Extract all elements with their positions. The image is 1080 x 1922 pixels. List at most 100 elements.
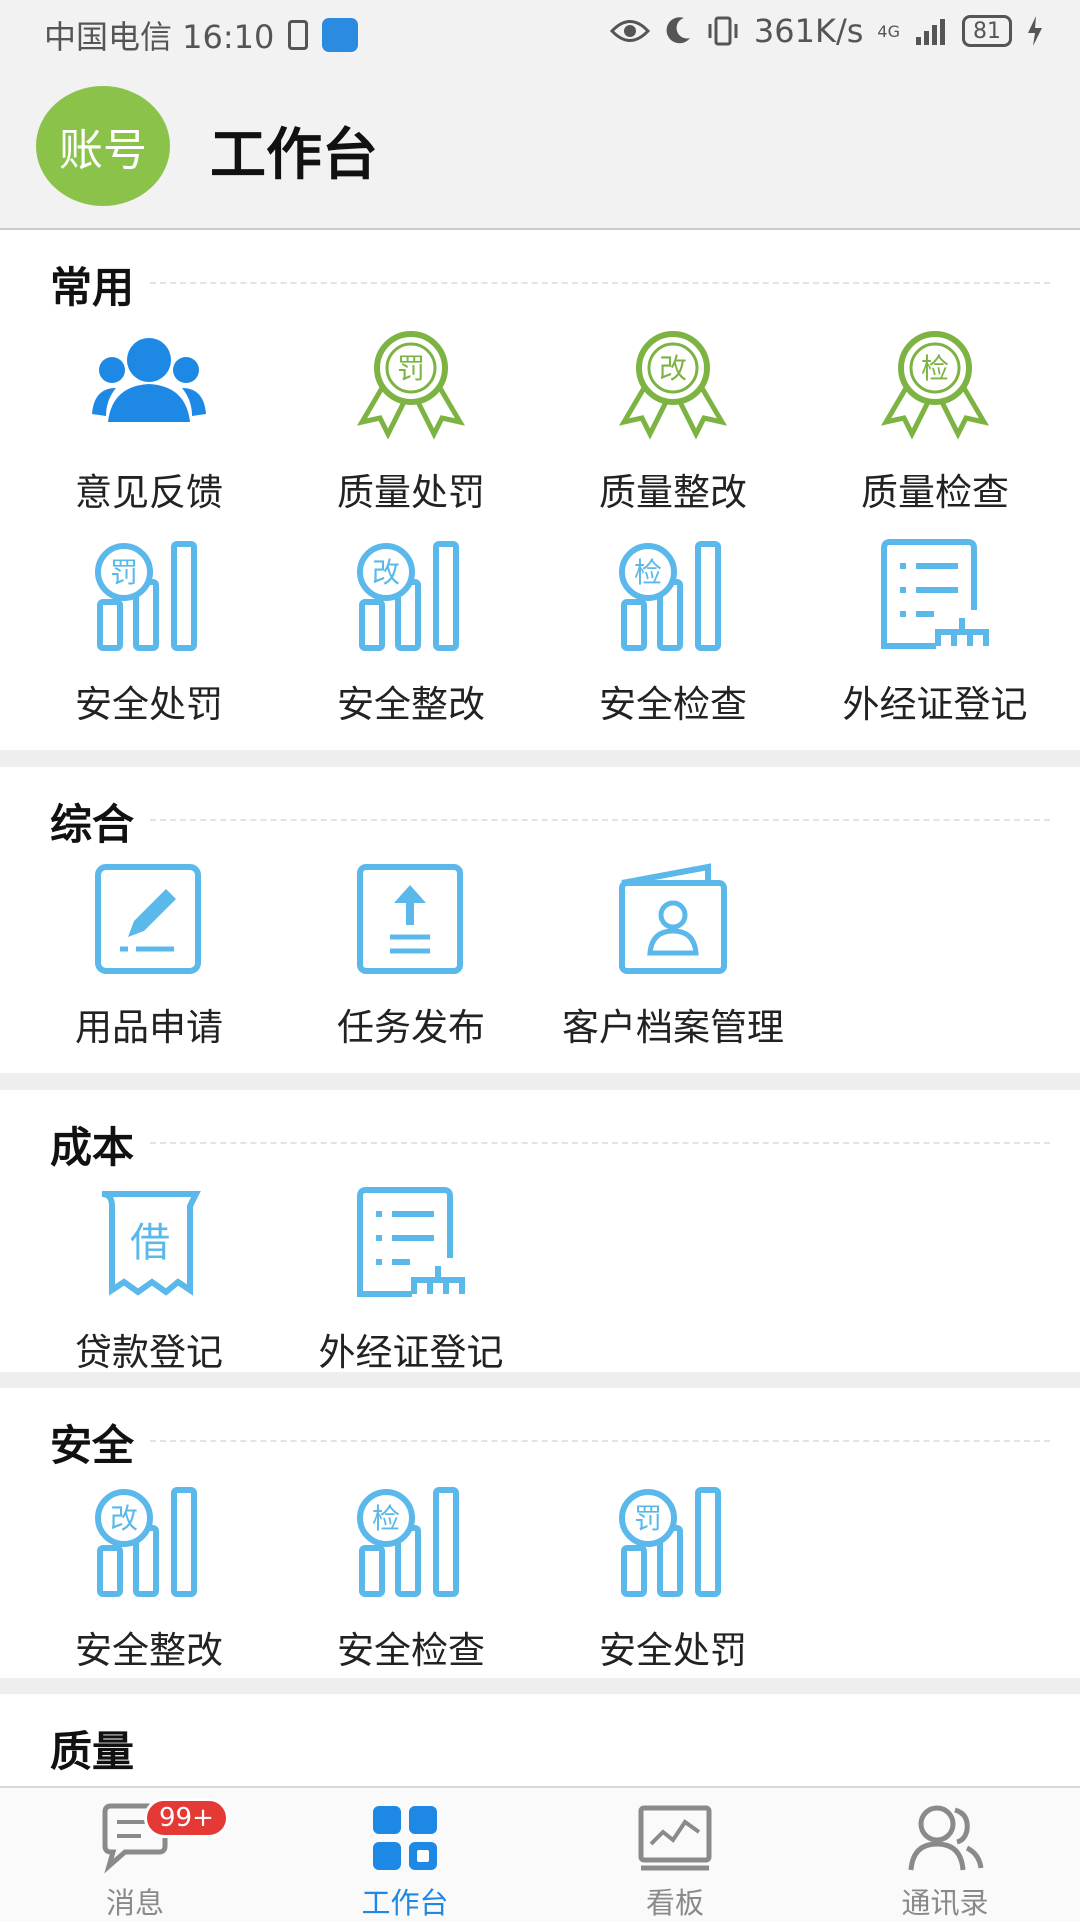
loan-register-item[interactable]: 借 贷款登记	[18, 1186, 280, 1376]
rectify-glyph: 改	[372, 556, 400, 589]
rectify-glyph: 改	[659, 352, 687, 385]
fine-glyph: 罚	[397, 352, 425, 385]
tab-label: 通讯录	[901, 1886, 989, 1920]
item-label: 安全检查	[599, 683, 747, 726]
section-quality: 质量	[0, 1694, 1080, 1786]
battery-indicator: 81	[962, 15, 1012, 47]
loan-glyph: 借	[130, 1220, 170, 1266]
item-label: 质量处罚	[337, 471, 485, 514]
inspect-glyph: 检	[372, 1502, 400, 1535]
safety-fine-item[interactable]: 罚 安全处罚	[18, 538, 280, 728]
item-label: 客户档案管理	[562, 1006, 784, 1049]
quality-inspect-item[interactable]: 检 质量检查	[804, 326, 1066, 516]
item-label: 安全整改	[337, 683, 485, 726]
fine-glyph: 罚	[110, 556, 138, 589]
eye-icon	[609, 20, 650, 42]
feedback-item[interactable]: 意见反馈	[18, 326, 280, 516]
tab-contacts[interactable]: 通讯录	[810, 1788, 1080, 1922]
page-title: 工作台	[210, 123, 378, 188]
vibrate-icon	[708, 16, 738, 46]
tab-workbench[interactable]: 工作台	[270, 1788, 540, 1922]
net-speed: 361K/s	[753, 12, 864, 50]
tab-label: 看板	[645, 1886, 704, 1920]
contacts-icon	[908, 1805, 984, 1871]
inspect-glyph: 检	[921, 352, 949, 385]
quality-fine-item[interactable]: 罚 质量处罚	[280, 326, 542, 516]
section-title: 常用	[50, 263, 135, 312]
status-left: 中国电信 16:10	[44, 12, 359, 58]
app-header: 账号 工作台	[0, 64, 1080, 230]
item-label: 外经证登记	[318, 1331, 504, 1374]
section-cost: 成本 借 贷款登记 外经证登记	[0, 1090, 1080, 1374]
award-ribbon-icon: 罚	[356, 331, 466, 440]
item-label: 安全整改	[75, 1629, 223, 1672]
tab-label: 工作台	[361, 1886, 449, 1920]
bottom-tab-bar: 99+ 消息 工作台 看板 通讯录	[0, 1786, 1080, 1922]
section-title: 质量	[50, 1727, 135, 1776]
battery-saver-icon	[288, 20, 309, 50]
bar-chart-badge-icon: 罚	[95, 541, 197, 651]
bar-chart-badge-icon: 罚	[619, 1487, 721, 1597]
status-bar: 中国电信 16:10 361K/s 4G 81	[0, 0, 1080, 64]
section-divider	[150, 1440, 1050, 1442]
item-label: 安全处罚	[599, 1629, 747, 1672]
quality-rectify-item[interactable]: 改 质量整改	[542, 326, 804, 516]
tab-dashboard[interactable]: 看板	[540, 1788, 810, 1922]
inspect-glyph: 检	[634, 556, 662, 589]
bar-chart-badge-icon: 检	[357, 1487, 459, 1597]
task-publish-item[interactable]: 任务发布	[280, 861, 542, 1051]
safety-fine-item[interactable]: 罚 安全处罚	[542, 1484, 804, 1674]
item-label: 用品申请	[75, 1006, 223, 1049]
carrier-time: 中国电信 16:10	[44, 18, 275, 56]
section-title: 成本	[50, 1123, 135, 1172]
item-label: 质量整改	[599, 471, 747, 514]
foreign-cert-item[interactable]: 外经证登记	[804, 538, 1066, 728]
bar-chart-badge-icon: 改	[95, 1487, 197, 1597]
section-safety: 安全 改 安全整改 检 安全检查 罚 安全处罚	[0, 1388, 1080, 1678]
section-divider	[150, 282, 1050, 284]
item-label: 安全检查	[337, 1629, 485, 1672]
receipt-icon: 借	[101, 1191, 201, 1296]
people-icon	[92, 338, 206, 422]
safety-inspect-item[interactable]: 检 安全检查	[280, 1484, 542, 1674]
item-label: 贷款登记	[75, 1331, 223, 1374]
item-label: 任务发布	[337, 1006, 485, 1049]
bar-chart-badge-icon: 检	[619, 541, 721, 651]
tab-label: 消息	[105, 1886, 164, 1920]
grid-apps-icon	[373, 1806, 437, 1870]
status-right: 361K/s 4G 81	[609, 12, 1044, 50]
item-label: 意见反馈	[75, 471, 223, 514]
item-label: 质量检查	[861, 471, 1009, 514]
foreign-cert-item[interactable]: 外经证登记	[280, 1186, 542, 1376]
upload-document-icon	[357, 864, 463, 974]
app-notification-icon	[322, 18, 359, 52]
safety-inspect-item[interactable]: 检 安全检查	[542, 538, 804, 728]
section-divider	[150, 819, 1050, 821]
signal-icon	[916, 19, 945, 45]
tab-messages[interactable]: 99+ 消息	[0, 1788, 270, 1922]
certificate-list-icon	[357, 1187, 465, 1297]
section-general: 综合 用品申请 任务发布 客户档案管理	[0, 767, 1080, 1073]
item-label: 安全处罚	[75, 683, 223, 726]
customer-archive-item[interactable]: 客户档案管理	[542, 861, 804, 1051]
award-ribbon-icon: 检	[880, 331, 990, 440]
supply-request-item[interactable]: 用品申请	[18, 861, 280, 1051]
workbench-content[interactable]: 常用 意见反馈 罚 质量处罚 改 质量整改 检 质量检查 罚 安全处罚 改 安全…	[0, 230, 1080, 1786]
award-ribbon-icon: 改	[618, 331, 728, 440]
account-avatar[interactable]: 账号	[36, 86, 170, 206]
edit-form-icon	[95, 864, 201, 974]
line-chart-icon	[638, 1805, 712, 1871]
safety-rectify-item[interactable]: 改 安全整改	[18, 1484, 280, 1674]
certificate-list-icon	[881, 539, 989, 649]
charging-icon	[1028, 16, 1042, 46]
rectify-glyph: 改	[110, 1502, 138, 1535]
section-title: 综合	[50, 800, 135, 849]
moon-icon	[666, 17, 690, 44]
network-type: 4G	[877, 21, 900, 41]
bar-chart-badge-icon: 改	[357, 541, 459, 651]
safety-rectify-item[interactable]: 改 安全整改	[280, 538, 542, 728]
item-label: 外经证登记	[842, 683, 1028, 726]
fine-glyph: 罚	[634, 1502, 662, 1535]
section-common: 常用 意见反馈 罚 质量处罚 改 质量整改 检 质量检查 罚 安全处罚 改 安全…	[0, 230, 1080, 750]
section-divider	[150, 1142, 1050, 1144]
